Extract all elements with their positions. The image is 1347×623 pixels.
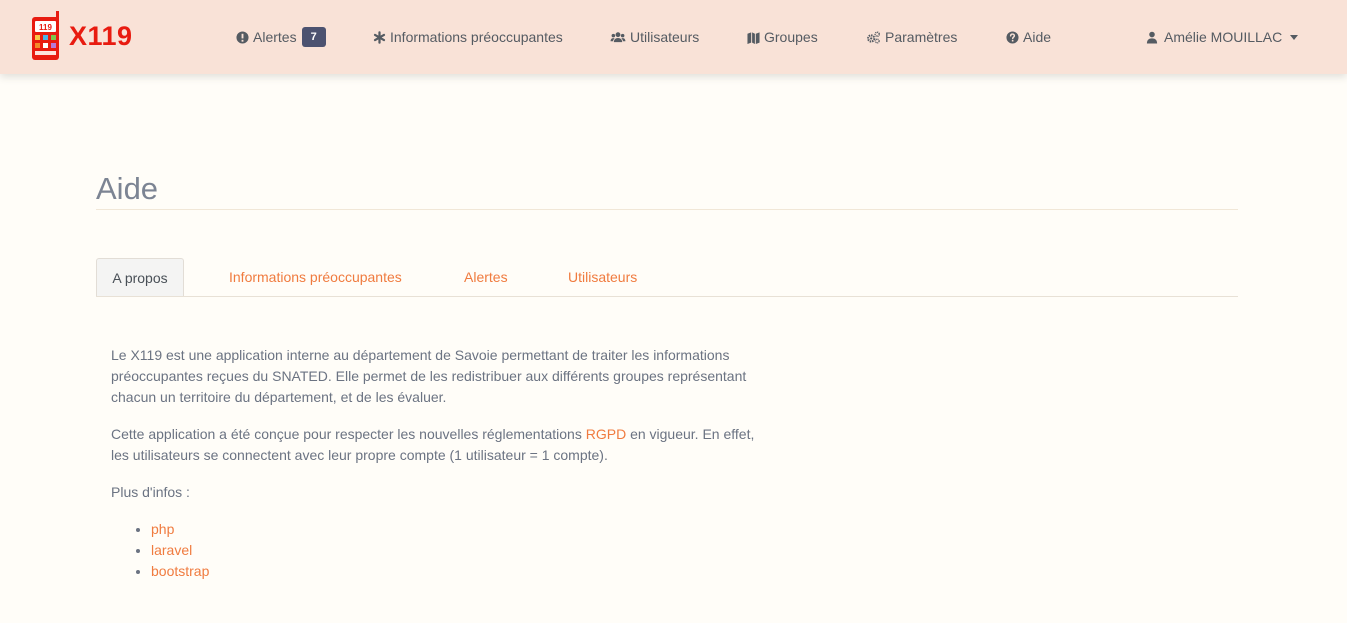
title-divider: [96, 209, 1238, 210]
tab-a-propos[interactable]: A propos: [96, 258, 184, 297]
list-item: php: [151, 519, 756, 540]
brand-text: X119: [69, 20, 133, 51]
asterisk-icon: [373, 30, 386, 44]
top-navbar: 119 X119 Alertes 7 Informations préoccup…: [0, 0, 1347, 74]
user-name-label: Amélie MOUILLAC: [1164, 29, 1283, 45]
bootstrap-link[interactable]: bootstrap: [151, 563, 209, 579]
nav-utilisateurs[interactable]: Utilisateurs: [610, 27, 699, 47]
nav-alertes-label: Alertes: [253, 29, 297, 45]
cogs-icon: [867, 30, 881, 44]
alert-count-badge: 7: [301, 27, 326, 47]
more-info-label: Plus d'infos :: [111, 484, 190, 500]
nav-alertes[interactable]: Alertes 7: [236, 27, 326, 47]
chevron-down-icon: [1290, 34, 1299, 40]
rgpd-link[interactable]: RGPD: [586, 426, 626, 442]
nav-groupes-label: Groupes: [764, 29, 818, 45]
list-item: laravel: [151, 540, 756, 561]
intro-paragraph: Le X119 est une application interne au d…: [111, 347, 747, 405]
nav-informations-label: Informations préoccupantes: [390, 29, 563, 45]
tab-content-a-propos: Le X119 est une application interne au d…: [111, 345, 756, 582]
user-icon: [1146, 31, 1158, 44]
nav-parametres-label: Paramètres: [885, 29, 958, 45]
logo-label: 119: [39, 23, 52, 32]
users-icon: [610, 31, 626, 42]
rgpd-text-before: Cette application a été conçue pour resp…: [111, 426, 586, 442]
question-circle-icon: [1006, 30, 1019, 44]
tab-utilisateurs[interactable]: Utilisateurs: [568, 258, 637, 296]
nav-aide-label: Aide: [1023, 29, 1052, 45]
more-info-list: php laravel bootstrap: [111, 519, 756, 582]
tab-informations-preoccupantes[interactable]: Informations préoccupantes: [229, 258, 402, 296]
exclamation-circle-icon: [236, 30, 249, 44]
list-item: bootstrap: [151, 561, 756, 582]
user-menu-dropdown[interactable]: Amélie MOUILLAC: [1146, 27, 1299, 47]
brand-link[interactable]: 119 X119: [31, 10, 133, 62]
phone-logo-icon: 119: [32, 11, 59, 60]
laravel-link[interactable]: laravel: [151, 542, 192, 558]
tabs-divider: [96, 296, 1238, 297]
rgpd-paragraph: Cette application a été conçue pour resp…: [111, 424, 756, 466]
nav-aide[interactable]: Aide: [1006, 27, 1051, 47]
nav-utilisateurs-label: Utilisateurs: [630, 29, 700, 45]
nav-groupes[interactable]: Groupes: [747, 27, 818, 47]
nav-informations-preoccupantes[interactable]: Informations préoccupantes: [373, 27, 563, 47]
map-icon: [747, 31, 760, 44]
php-link[interactable]: php: [151, 521, 174, 537]
nav-parametres[interactable]: Paramètres: [866, 27, 957, 47]
tab-alertes[interactable]: Alertes: [464, 258, 508, 296]
page-title: Aide: [96, 171, 159, 206]
